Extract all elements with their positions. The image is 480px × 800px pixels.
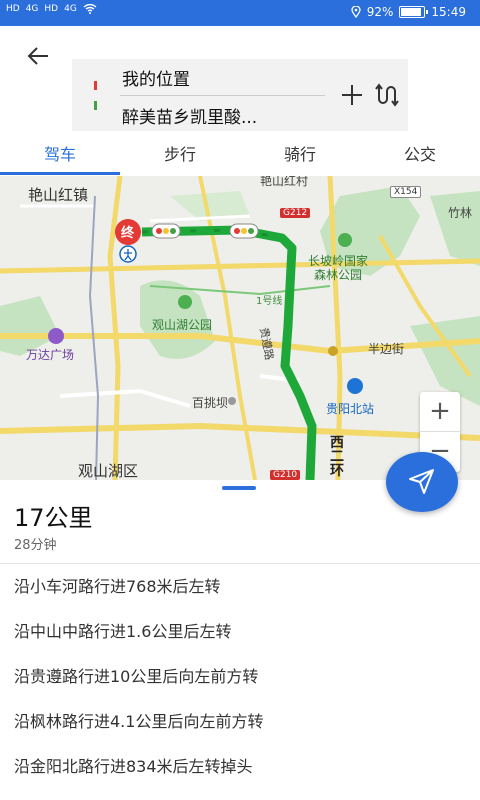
map-label-zhulin: 竹林: [448, 206, 473, 220]
route-step[interactable]: 沿小车河路行进768米后左转: [0, 564, 480, 609]
navigation-arrow-icon: [409, 469, 434, 494]
swap-route-icon: [375, 83, 399, 107]
clock: 15:49: [431, 5, 466, 19]
route-distance: 17公里: [14, 504, 93, 532]
divider: [120, 95, 325, 96]
travel-mode-tabs: 驾车 步行 骑行 公交: [0, 138, 480, 176]
wifi-icon: [83, 4, 97, 14]
map-label-guanshanhu-park: 观山湖公园: [152, 318, 213, 332]
road-3: [0, 422, 480, 441]
map-label-baitiao: 百挑坝: [192, 396, 229, 410]
route-steps-list: 沿小车河路行进768米后左转 沿中山中路行进1.6公里后左转 沿贵遵路行进10公…: [0, 564, 480, 789]
hd-badge-2: HD: [44, 4, 59, 14]
map-label-line1: 1号线: [256, 296, 283, 307]
drag-handle[interactable]: [222, 486, 256, 490]
end-marker-label: 终: [121, 226, 135, 241]
route-input-box: 我的位置 醉美苗乡凯里酸...: [72, 59, 408, 131]
map-label-yanshan: 艳山红镇: [28, 186, 89, 204]
signal-indicators: HD 4G HD 4G: [6, 4, 97, 14]
zoom-in-button[interactable]: +: [420, 392, 460, 432]
network-badge-1: 4G: [25, 4, 39, 14]
location-icon: [351, 6, 361, 18]
poi-icon-2: [228, 397, 236, 405]
tab-transit[interactable]: 公交: [360, 138, 480, 176]
road-8: [59, 388, 191, 408]
route-step[interactable]: 沿贵遵路行进10公里后向左前方转: [0, 654, 480, 699]
park-icon-1: [178, 295, 192, 309]
map-label-guanshanhu-district: 观山湖区: [78, 462, 139, 480]
route-step[interactable]: 沿金阳北路行进834米后左转掉头: [0, 744, 480, 789]
status-bar: HD 4G HD 4G 92% 15:49: [0, 0, 480, 26]
plus-icon: [342, 85, 362, 105]
road-badge-g210: G210: [270, 470, 301, 480]
origin-field[interactable]: 我的位置: [122, 65, 190, 90]
route-map[interactable]: 艳山红镇 艳山红村 竹林 长坡岭国家 森林公园 观山湖公园 1号线 万达广场 半…: [0, 176, 480, 480]
swap-route-button[interactable]: [370, 79, 402, 111]
road-1: [0, 258, 480, 274]
route-header: 我的位置 醉美苗乡凯里酸...: [0, 26, 480, 144]
poi-icon: [328, 346, 338, 356]
map-label-banbian: 半边街: [368, 342, 405, 356]
road-4: [107, 176, 123, 480]
network-badge-2: 4G: [64, 4, 77, 14]
station-icon: [347, 378, 363, 394]
tab-bike[interactable]: 骑行: [240, 138, 360, 176]
tab-drive[interactable]: 驾车: [0, 138, 120, 176]
mall-icon: [48, 328, 64, 344]
map-label-wanda: 万达广场: [26, 348, 75, 362]
route-duration: 28分钟: [14, 538, 57, 553]
park-icon-2: [338, 233, 352, 247]
start-marker: [94, 81, 97, 90]
end-marker: [94, 101, 97, 110]
map-canvas: [0, 176, 480, 480]
add-waypoint-button[interactable]: [338, 81, 366, 109]
destination-field[interactable]: 醉美苗乡凯里酸...: [122, 103, 257, 128]
back-button[interactable]: [22, 40, 54, 72]
road-badge-g212: G212: [280, 208, 311, 218]
route-step[interactable]: 沿枫林路行进4.1公里后向左前方转: [0, 699, 480, 744]
tab-walk[interactable]: 步行: [120, 138, 240, 176]
map-label-changpoling-2: 森林公园: [314, 268, 363, 282]
hd-badge-1: HD: [6, 4, 20, 14]
battery-percent: 92%: [366, 5, 394, 19]
map-label-yanshan-north: 艳山红村: [260, 176, 309, 188]
road-badge-x154: X154: [390, 186, 422, 198]
map-label-guiyang-north: 贵阳北站: [326, 402, 375, 416]
battery-icon: [399, 6, 429, 18]
route-step[interactable]: 沿中山中路行进1.6公里后左转: [0, 609, 480, 654]
arrow-left-icon: [27, 47, 48, 65]
map-label-xierhuan-3: 环: [330, 463, 344, 479]
park-area-3: [430, 191, 480, 266]
start-navigation-button[interactable]: [386, 452, 458, 512]
